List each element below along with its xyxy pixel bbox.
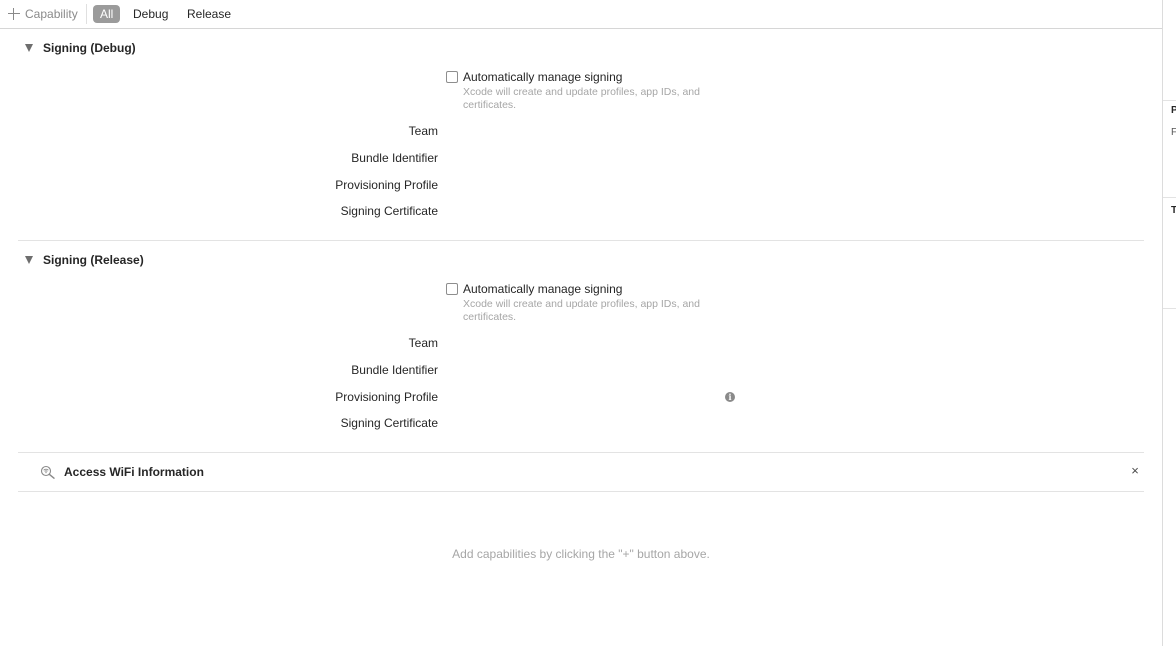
add-capability-label: Capability bbox=[25, 7, 78, 21]
add-capabilities-hint: Add capabilities by clicking the "+" but… bbox=[452, 547, 710, 561]
inspector-divider bbox=[1163, 100, 1176, 101]
signing-release-auto-manage-help: Xcode will create and update profiles, a… bbox=[463, 298, 700, 323]
signing-release-provisioning-profile-label: Provisioning Profile bbox=[335, 390, 438, 404]
remove-capability-close-icon[interactable]: × bbox=[1129, 464, 1141, 477]
inspector-divider bbox=[1163, 197, 1176, 198]
toolbar-separator bbox=[86, 4, 87, 24]
capabilities-toolbar: Capability All Debug Release bbox=[0, 0, 1162, 29]
inspector-heading-fragment: P bbox=[1171, 105, 1176, 116]
filter-all-tab[interactable]: All bbox=[93, 5, 121, 23]
inspector-heading-fragment: T bbox=[1171, 205, 1176, 216]
signing-debug-bundle-identifier-label: Bundle Identifier bbox=[351, 151, 438, 165]
section-divider bbox=[18, 452, 1144, 453]
access-wifi-information-title: Access WiFi Information bbox=[64, 465, 204, 479]
signing-release-title: Signing (Release) bbox=[43, 253, 144, 267]
signing-release-auto-manage-label: Automatically manage signing bbox=[463, 282, 623, 296]
inspector-text-fragment: F bbox=[1171, 127, 1176, 138]
signing-debug-auto-manage-label: Automatically manage signing bbox=[463, 70, 623, 84]
section-divider bbox=[18, 491, 1144, 492]
inspector-divider bbox=[1163, 308, 1176, 309]
signing-release-bundle-identifier-label: Bundle Identifier bbox=[351, 363, 438, 377]
filter-release-tab[interactable]: Release bbox=[187, 5, 231, 23]
provisioning-profile-info-icon[interactable]: i bbox=[725, 392, 735, 402]
signing-debug-auto-manage-help: Xcode will create and update profiles, a… bbox=[463, 86, 700, 111]
signing-release-auto-manage-checkbox[interactable] bbox=[446, 283, 458, 295]
signing-debug-signing-certificate-label: Signing Certificate bbox=[340, 204, 438, 218]
signing-debug-auto-manage-checkbox[interactable] bbox=[446, 71, 458, 83]
add-capability-button[interactable]: Capability bbox=[8, 6, 78, 22]
plus-icon bbox=[8, 8, 20, 20]
filter-debug-tab[interactable]: Debug bbox=[133, 5, 168, 23]
signing-debug-disclosure-icon[interactable] bbox=[25, 44, 33, 52]
signing-release-disclosure-icon[interactable] bbox=[25, 256, 33, 264]
wifi-search-icon bbox=[40, 465, 55, 479]
signing-debug-title: Signing (Debug) bbox=[43, 41, 136, 55]
signing-debug-team-label: Team bbox=[408, 124, 438, 138]
inspector-panel: P F T bbox=[1162, 0, 1176, 646]
signing-debug-provisioning-profile-label: Provisioning Profile bbox=[335, 178, 438, 192]
signing-release-signing-certificate-label: Signing Certificate bbox=[340, 416, 438, 430]
signing-release-team-label: Team bbox=[408, 336, 438, 350]
section-divider bbox=[18, 240, 1144, 241]
